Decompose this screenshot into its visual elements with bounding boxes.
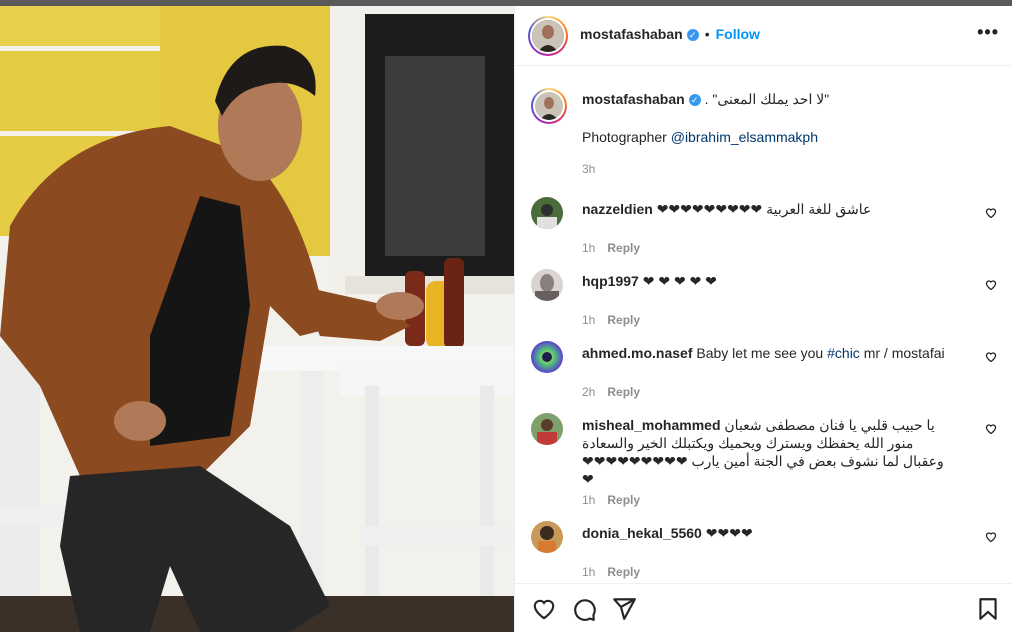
comment-time: 1h: [582, 493, 596, 507]
photographer-mention-link[interactable]: @ibrahim_elsammakph: [671, 129, 818, 145]
like-comment-heart-icon[interactable]: [985, 207, 997, 219]
comment-text-start: Baby let me see you: [696, 345, 828, 361]
commenter-username[interactable]: nazzeldien: [582, 201, 653, 217]
reply-button[interactable]: Reply: [607, 565, 640, 579]
heart-icon[interactable]: [531, 596, 557, 622]
follow-button[interactable]: Follow: [716, 26, 760, 42]
like-comment-heart-icon[interactable]: [985, 351, 997, 363]
comment-icon[interactable]: [571, 596, 597, 622]
comment-text: ❤ ❤ ❤ ❤ ❤: [642, 273, 717, 289]
author-username[interactable]: mostafashaban: [580, 26, 683, 42]
author-avatar[interactable]: [532, 20, 564, 52]
hashtag-link[interactable]: #chic: [827, 345, 860, 361]
post-image: [0, 6, 514, 632]
commenter-username[interactable]: hqp1997: [582, 273, 639, 289]
comment-time: 1h: [582, 313, 596, 327]
post-photo: [0, 6, 514, 632]
verified-badge-icon: ✓: [686, 28, 699, 41]
reply-button[interactable]: Reply: [607, 493, 640, 507]
separator-dot: •: [704, 26, 710, 42]
comment-text: عاشق للغة العربية ❤❤❤❤❤❤❤❤❤: [656, 201, 872, 217]
comment-time: 2h: [582, 385, 596, 399]
reply-button[interactable]: Reply: [607, 241, 640, 255]
commenter-avatar[interactable]: [531, 341, 563, 373]
reply-button[interactable]: Reply: [607, 385, 640, 399]
post-side-panel: mostafashaban ✓ • Follow ••• mostafashaban ✓…: [514, 6, 1012, 632]
comments-list[interactable]: mostafashaban ✓ "لا احد يملك المعنى" . Ph…: [515, 66, 1012, 583]
like-comment-heart-icon[interactable]: [985, 279, 997, 291]
commenter-avatar[interactable]: [531, 521, 563, 553]
story-ring[interactable]: [531, 88, 567, 124]
like-comment-heart-icon[interactable]: [985, 531, 997, 543]
commenter-username[interactable]: misheal_mohammed: [582, 417, 721, 433]
commenter-username[interactable]: donia_hekal_5560: [582, 525, 702, 541]
share-icon[interactable]: [611, 596, 637, 622]
post-action-bar: [515, 583, 1012, 632]
commenter-avatar[interactable]: [531, 413, 563, 445]
author-avatar[interactable]: [535, 92, 563, 120]
commenter-avatar[interactable]: [531, 197, 563, 229]
caption-time: 3h: [582, 162, 596, 176]
commenter-username[interactable]: ahmed.mo.nasef: [582, 345, 692, 361]
caption-text: "لا احد يملك المعنى" .: [704, 91, 830, 107]
more-options-icon[interactable]: •••: [977, 22, 999, 43]
verified-badge-icon: ✓: [688, 94, 701, 107]
bookmark-icon[interactable]: [975, 596, 1001, 622]
comment-text: ❤❤❤❤: [705, 525, 753, 541]
caption-line-2: Photographer @ibrahim_elsammakph: [582, 128, 952, 146]
caption-photographer-label: Photographer: [582, 129, 671, 145]
comment-time: 1h: [582, 565, 596, 579]
story-ring[interactable]: [528, 16, 568, 56]
caption-username[interactable]: mostafashaban: [582, 91, 685, 107]
like-comment-heart-icon[interactable]: [985, 423, 997, 435]
reply-button[interactable]: Reply: [607, 313, 640, 327]
comment-text-end: mr / mostafai: [859, 345, 945, 361]
post-header: mostafashaban ✓ • Follow •••: [515, 6, 1012, 66]
comment-time: 1h: [582, 241, 596, 255]
commenter-avatar[interactable]: [531, 269, 563, 301]
